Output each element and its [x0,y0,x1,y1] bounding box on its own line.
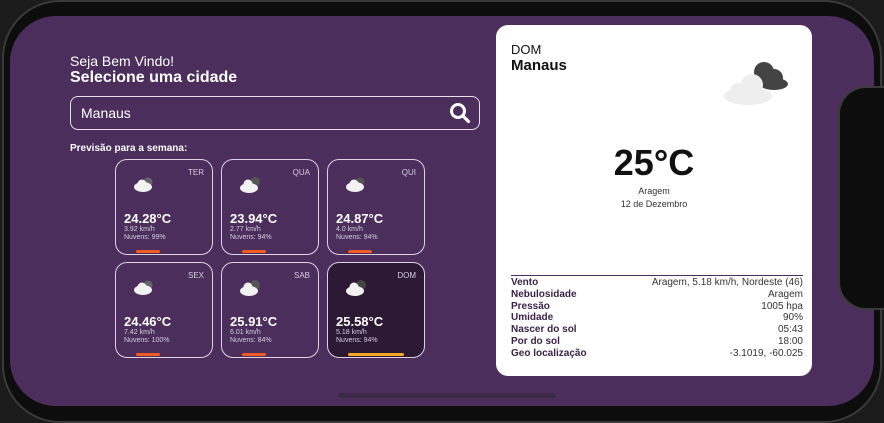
detail-value: 05:43 [777,324,803,336]
search-icon[interactable] [449,102,471,124]
forecast-day: QUI [401,168,416,177]
forecast-indicator [242,250,266,253]
search-box [70,96,480,130]
forecast-indicator [136,353,160,356]
detail-label: Geo localização [511,347,587,359]
detail-label: Umidade [511,312,554,324]
detail-value: 90% [782,312,803,324]
cloud-icon [724,62,788,105]
detail-value: -3.1019, -60.025 [729,347,803,359]
cloud-icon [134,177,153,192]
forecast-indicator [242,353,266,356]
detail-label: Vento [511,277,539,288]
forecast-clouds: Nuvens: 100% [124,337,170,344]
forecast-wind: 3.92 km/h [124,226,155,233]
forecast-temp: 25.91°C [230,314,278,329]
detail-value: Aragem, 5.18 km/h, Nordeste (46) [651,277,803,288]
page-title: Selecione uma cidade [70,69,238,86]
current-description: Aragem [638,186,670,196]
cloud-icon [346,177,365,192]
forecast-wind: 7.42 km/h [124,329,155,336]
forecast-wind: 6.01 km/h [230,329,261,336]
forecast-clouds: Nuvens: 94% [336,234,378,241]
forecast-card-sex[interactable]: SEX 24.46°C 7.42 km/h Nuvens: 100% [115,262,213,358]
detail-label: Por do sol [511,335,560,347]
forecast-clouds: Nuvens: 84% [230,337,272,344]
device-frame: Seja Bem Vindo! Selecione uma cidade Pre… [0,0,884,423]
current-date: 12 de Dezembro [620,199,688,209]
current-temperature: 25°C [613,142,695,183]
forecast-clouds: Nuvens: 94% [230,234,272,241]
forecast-temp: 24.46°C [124,314,172,329]
detail-row-wind: Vento Aragem, 5.18 km/h, Nordeste (46) [511,277,803,289]
detail-value: 18:00 [777,335,803,347]
forecast-day: TER [188,168,204,177]
divider [511,275,803,276]
cloud-icon [134,280,153,295]
detail-label: Pressão [511,300,550,312]
forecast-indicator [348,353,404,356]
detail-row-geolocation: Geo localização -3.1019, -60.025 [511,348,803,360]
forecast-temp: 23.94°C [230,211,278,226]
search-input[interactable] [81,103,441,123]
device-notch [838,86,884,310]
detail-value: Aragem [767,288,803,300]
current-weather-card: DOM Manaus 25°C Aragem 12 de Dezembro Ve… [496,25,812,376]
forecast-card-qua[interactable]: QUA 23.94°C 2.77 km/h Nuvens: 94% [221,159,319,255]
current-day: DOM [511,42,542,57]
detail-row-pressure: Pressão 1005 hpa [511,301,803,313]
forecast-wind: 5.18 km/h [336,329,367,336]
detail-row-humidity: Umidade 90% [511,312,803,324]
forecast-clouds: Nuvens: 99% [124,234,166,241]
forecast-label: Previsão para a semana: [70,143,188,154]
forecast-day: QUA [292,168,310,177]
forecast-card-dom[interactable]: DOM 25.58°C 5.18 km/h Nuvens: 94% [327,262,425,358]
forecast-card-qui[interactable]: QUI 24.87°C 4.0 km/h Nuvens: 94% [327,159,425,255]
detail-row-sunrise: Nascer do sol 05:43 [511,324,803,336]
detail-value: 1005 hpa [761,300,803,312]
forecast-day: SEX [187,271,204,280]
current-city: Manaus [511,57,567,74]
forecast-day: SAB [293,271,310,280]
cloud-icon [240,177,260,193]
forecast-wind: 4.0 km/h [336,226,363,233]
forecast-indicator [348,250,372,253]
app-screen: Seja Bem Vindo! Selecione uma cidade Pre… [10,16,874,406]
detail-label: Nebulosidade [511,288,577,300]
forecast-day: DOM [397,271,416,280]
greeting-text: Seja Bem Vindo! [70,53,175,69]
forecast-wind: 2.77 km/h [230,226,261,233]
forecast-temp: 24.28°C [124,211,172,226]
forecast-temp: 24.87°C [336,211,384,226]
detail-label: Nascer do sol [511,324,577,336]
cloud-icon [240,280,260,296]
cloud-icon [346,280,366,296]
detail-row-cloudiness: Nebulosidade Aragem [511,289,803,301]
forecast-clouds: Nuvens: 94% [336,337,378,344]
forecast-temp: 25.58°C [336,314,384,329]
forecast-card-ter[interactable]: TER 24.28°C 3.92 km/h Nuvens: 99% [115,159,213,255]
home-indicator[interactable] [338,393,556,398]
forecast-card-sab[interactable]: SAB 25.91°C 6.01 km/h Nuvens: 84% [221,262,319,358]
detail-row-sunset: Por do sol 18:00 [511,336,803,348]
weather-details: Vento Aragem, 5.18 km/h, Nordeste (46) Ne… [511,277,803,360]
forecast-indicator [136,250,160,253]
